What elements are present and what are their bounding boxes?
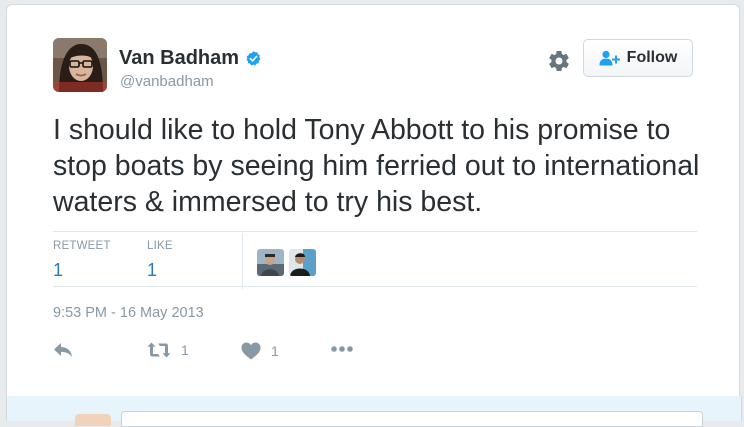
- like-stat-label: LIKE: [147, 240, 173, 252]
- like-stat[interactable]: LIKE 1: [147, 240, 173, 281]
- reply-input[interactable]: [121, 411, 703, 427]
- tweet-card: Van Badham @vanbadham Follow I should li…: [6, 4, 740, 398]
- retweet-action-count: 1: [181, 342, 189, 358]
- retweet-stat[interactable]: RETWEET 1: [53, 240, 111, 281]
- reply-user-avatar: [75, 414, 111, 426]
- more-dots-icon: [331, 346, 353, 352]
- heart-icon: [241, 342, 261, 360]
- author-name[interactable]: Van Badham: [119, 47, 262, 70]
- stats-divider-top: [53, 231, 697, 232]
- author-avatar[interactable]: [53, 38, 107, 92]
- retweet-icon: [147, 342, 171, 358]
- follow-label: Follow: [626, 49, 678, 66]
- reply-arrow-icon: [54, 343, 72, 357]
- stats-divider-bottom: [53, 286, 697, 287]
- verified-badge-icon: [246, 51, 261, 66]
- retweet-button[interactable]: 1: [147, 342, 189, 358]
- gear-icon[interactable]: [547, 49, 571, 73]
- like-action-count: 1: [271, 343, 279, 359]
- tweet-timestamp[interactable]: 9:53 PM - 16 May 2013: [53, 305, 204, 321]
- like-stat-count[interactable]: 1: [147, 260, 173, 281]
- engager-avatar[interactable]: [257, 249, 284, 276]
- retweet-stat-count[interactable]: 1: [53, 260, 111, 281]
- reply-area: [6, 396, 742, 427]
- more-button[interactable]: [330, 345, 354, 353]
- retweet-stat-label: RETWEET: [53, 240, 111, 252]
- engager-avatar[interactable]: [289, 249, 316, 276]
- follow-button[interactable]: Follow: [583, 39, 693, 77]
- stats-vertical-divider: [242, 233, 243, 289]
- author-name-text: Van Badham: [119, 47, 240, 69]
- add-user-icon: [599, 50, 620, 66]
- reply-button[interactable]: [53, 342, 73, 358]
- author-handle[interactable]: @vanbadham: [120, 73, 214, 90]
- tweet-text: I should like to hold Tony Abbott to his…: [53, 114, 700, 218]
- like-button[interactable]: 1: [241, 342, 279, 360]
